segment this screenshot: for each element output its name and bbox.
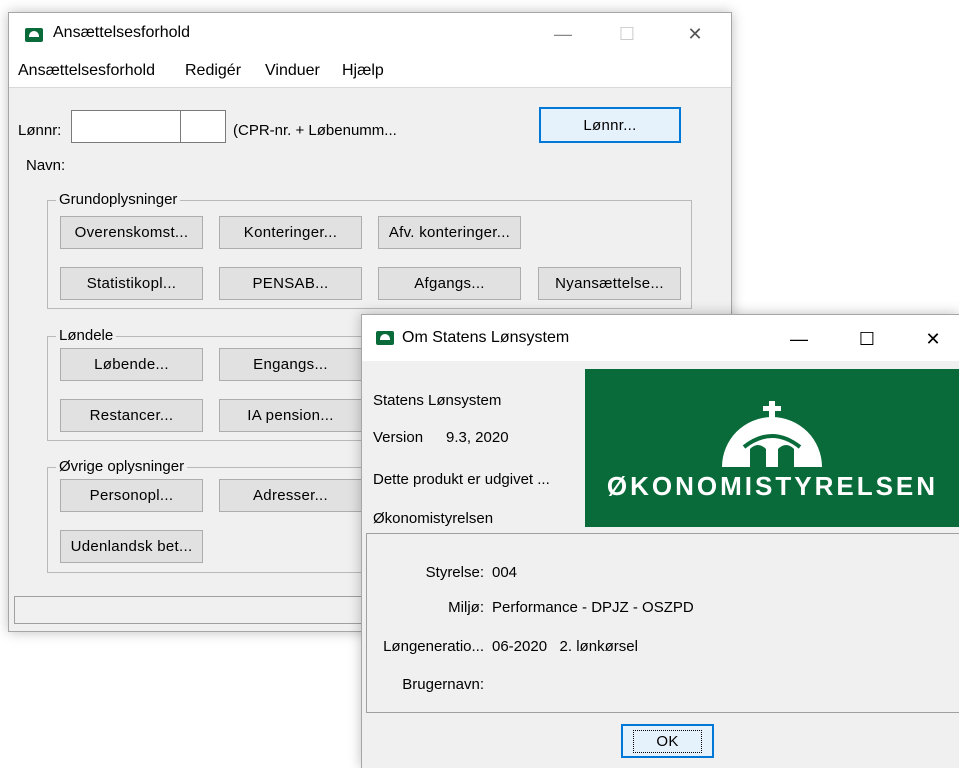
about-close-button[interactable]: ✕ [911, 324, 955, 354]
lonnr-label: Lønnr: [18, 122, 62, 139]
group-ovrige-label: Øvrige oplysninger [56, 458, 188, 475]
ia-pension-button[interactable]: IA pension... [219, 399, 362, 432]
afgangs-button[interactable]: Afgangs... [378, 267, 521, 300]
main-window-title: Ansættelsesforhold [53, 24, 190, 41]
afv-konteringer-button[interactable]: Afv. konteringer... [378, 216, 521, 249]
about-dialog-title: Om Statens Lønsystem [402, 329, 570, 346]
group-londele-label: Løndele [56, 327, 117, 344]
menu-ansaettelsesforhold[interactable]: Ansættelsesforhold [18, 62, 155, 80]
about-titlebar[interactable]: Om Statens Lønsystem — ☐ ✕ [362, 315, 959, 361]
product-name: Statens Lønsystem [373, 392, 502, 409]
miljo-label: Miljø: [448, 599, 484, 616]
konteringer-button[interactable]: Konteringer... [219, 216, 362, 249]
minimize-button[interactable]: — [541, 19, 585, 49]
menu-divider [9, 87, 731, 88]
main-titlebar[interactable]: Ansættelsesforhold — ☐ ✕ [9, 13, 731, 53]
engangs-button[interactable]: Engangs... [219, 348, 362, 381]
version-label: Version [373, 429, 424, 446]
group-grundoplysninger-label: Grundoplysninger [56, 191, 181, 208]
lonnr-button[interactable]: Lønnr... [539, 107, 681, 143]
nyansaettelse-button[interactable]: Nyansættelse... [538, 267, 681, 300]
miljo-value: Performance - DPJZ - OSZPD [492, 599, 694, 616]
crown-icon [722, 401, 822, 467]
ok-button[interactable]: OK [621, 724, 714, 758]
personopl-button[interactable]: Personopl... [60, 479, 203, 512]
statistikopl-button[interactable]: Statistikopl... [60, 267, 203, 300]
version-value: 9.3, 2020 [446, 429, 509, 446]
published-text: Dette produkt er udgivet ... [373, 471, 550, 488]
about-maximize-button[interactable]: ☐ [845, 324, 889, 354]
okonomistyrelsen-logo: ØKONOMISTYRELSEN [585, 369, 959, 527]
navn-label: Navn: [26, 157, 66, 174]
logo-text: ØKONOMISTYRELSEN [606, 471, 939, 501]
about-dialog: Om Statens Lønsystem — ☐ ✕ Statens Lønsy… [361, 314, 959, 768]
maximize-button[interactable]: ☐ [605, 19, 649, 49]
app-icon [25, 28, 43, 42]
menu-vinduer[interactable]: Vinduer [265, 62, 320, 80]
pensab-button[interactable]: PENSAB... [219, 267, 362, 300]
styrelse-value: 004 [492, 564, 518, 581]
publisher-name: Økonomistyrelsen [373, 510, 494, 527]
udenlandsk-bet-button[interactable]: Udenlandsk bet... [60, 530, 203, 563]
cpr-input[interactable] [71, 110, 181, 143]
overenskomst-button[interactable]: Overenskomst... [60, 216, 203, 249]
about-app-icon [376, 331, 394, 345]
longeneration-value: 06-2020 2. lønkørsel [492, 638, 638, 655]
ok-button-label: OK [633, 729, 702, 753]
styrelse-label: Styrelse: [425, 564, 484, 581]
close-button[interactable]: ✕ [673, 19, 717, 49]
adresser-button[interactable]: Adresser... [219, 479, 362, 512]
about-minimize-button[interactable]: — [777, 324, 821, 354]
lobenummer-input[interactable] [180, 110, 226, 143]
restancer-button[interactable]: Restancer... [60, 399, 203, 432]
longeneration-label: Løngeneratio... [383, 638, 484, 655]
lonnr-hint: (CPR-nr. + Løbenumm... [233, 122, 397, 139]
main-menubar: Ansættelsesforhold Redigér Vinduer Hjælp [9, 53, 731, 87]
brugernavn-label: Brugernavn: [402, 676, 484, 693]
menu-hjaelp[interactable]: Hjælp [342, 62, 384, 80]
lobende-button[interactable]: Løbende... [60, 348, 203, 381]
menu-rediger[interactable]: Redigér [185, 62, 241, 80]
